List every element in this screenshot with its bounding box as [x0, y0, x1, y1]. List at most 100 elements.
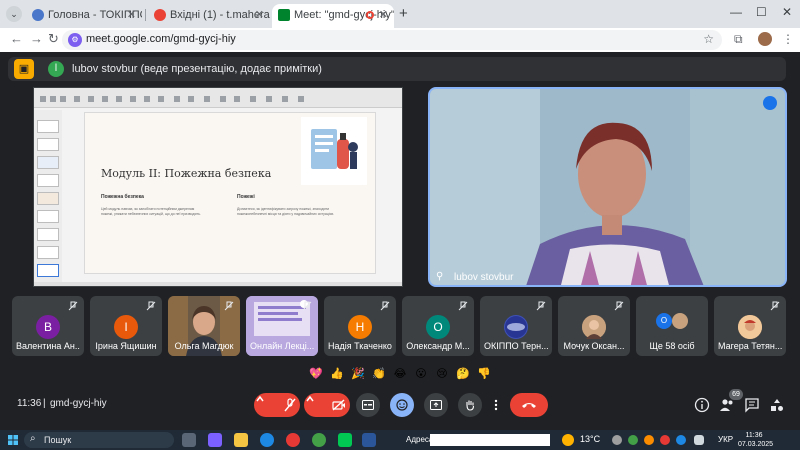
participant-tile[interactable]: Магера Тетян... [714, 296, 786, 356]
participant-name: ОКІППО Терн... [484, 341, 548, 351]
active-speaker-tile[interactable]: ⚲ lubov stovbur [428, 87, 787, 287]
windows-start-icon[interactable] [8, 435, 18, 445]
back-button[interactable]: ← [10, 31, 23, 46]
mic-off-icon [614, 301, 624, 311]
reaction-thinking[interactable]: 🤔 [455, 366, 471, 382]
chat-icon[interactable] [744, 397, 760, 413]
tray-icon[interactable] [660, 435, 670, 445]
mic-off-icon [458, 301, 468, 311]
slide-right-heading: Пожежі [237, 194, 255, 200]
participant-tile[interactable]: В Валентина Ан... [12, 296, 84, 356]
emoji-reactions-button[interactable] [390, 393, 414, 417]
maximize-button[interactable]: ☐ [756, 5, 767, 19]
presentation-status-bar [34, 282, 402, 286]
participant-tile[interactable]: І Ірина Ящишин [90, 296, 162, 356]
opera-icon[interactable] [286, 433, 300, 447]
extensions-icon[interactable]: ⧉ [734, 32, 743, 47]
audio-settings-button[interactable] [254, 393, 300, 417]
pin-icon[interactable]: ⚲ [436, 271, 443, 282]
more-options-button[interactable] [488, 393, 504, 417]
present-now-button[interactable] [424, 393, 448, 417]
task-view-icon[interactable] [182, 433, 196, 447]
reaction-surprised[interactable]: 😮 [413, 366, 429, 382]
participant-tile[interactable]: ОКІППО Терн... [480, 296, 552, 356]
participant-tile[interactable]: Н Надія Ткаченко [324, 296, 396, 356]
leave-call-button[interactable] [510, 393, 548, 417]
participant-tile[interactable]: Онлайн Лекці... [246, 296, 318, 356]
reaction-party[interactable]: 🎉 [350, 366, 366, 382]
activities-icon[interactable] [769, 397, 785, 413]
tray-icon[interactable] [612, 435, 622, 445]
raise-hand-button[interactable] [458, 393, 482, 417]
present-screen-icon [430, 400, 442, 410]
reload-button[interactable]: ↻ [48, 31, 59, 47]
organization-logo-avatar [504, 315, 528, 339]
meeting-details-icon[interactable] [694, 397, 710, 413]
reaction-thumbs-down[interactable]: 👎 [476, 366, 492, 382]
copilot-icon[interactable] [208, 433, 222, 447]
wifi-icon[interactable] [694, 435, 704, 445]
captions-button[interactable] [356, 393, 380, 417]
reaction-thumbs-up[interactable]: 👍 [329, 366, 345, 382]
window-close-button[interactable]: ✕ [782, 5, 792, 19]
clock-time: 11:36 [745, 432, 763, 439]
tray-icon[interactable] [676, 435, 686, 445]
close-tab-icon[interactable]: ✕ [379, 4, 388, 26]
present-icon[interactable]: ▣ [14, 59, 34, 79]
file-explorer-icon[interactable] [234, 433, 248, 447]
tab-tokippo[interactable]: Головна - ТОКІППО ✕ [26, 4, 142, 28]
edge-icon[interactable] [260, 433, 274, 447]
taskbar-search-box[interactable]: ⌕ Пошук [24, 432, 174, 448]
new-tab-button[interactable]: + [399, 5, 408, 22]
reactions-bar: 💖 👍 🎉 👏 😂 😮 😢 🤔 👎 [304, 364, 496, 384]
reaction-clap[interactable]: 👏 [371, 366, 387, 382]
reaction-heart[interactable]: 💖 [308, 366, 324, 382]
chrome-icon[interactable] [312, 433, 326, 447]
raise-hand-icon [466, 400, 475, 411]
hang-up-icon [522, 403, 536, 408]
minimize-button[interactable]: — [730, 5, 742, 19]
video-settings-button[interactable] [304, 393, 350, 417]
participant-name: Ольга Магдюк [174, 341, 234, 351]
forward-button[interactable]: → [30, 31, 43, 46]
weather-icon[interactable] [562, 434, 574, 446]
tray-icon[interactable] [644, 435, 654, 445]
bookmark-star-icon[interactable]: ☆ [703, 32, 714, 46]
tab-gmail[interactable]: Вхідні (1) - t.mahera@ippo.ed... ✕ [148, 4, 270, 28]
word-icon[interactable] [362, 433, 376, 447]
keyboard-language[interactable]: УКР [718, 435, 733, 444]
tab-meet[interactable]: Meet: "gmd-gycj-hiy" ✕ [272, 4, 394, 28]
participant-tile[interactable]: Ольга Магдюк [168, 296, 240, 356]
close-tab-icon[interactable]: ✕ [127, 4, 136, 26]
site-info-icon[interactable]: ⚙ [68, 33, 82, 47]
speaker-video [430, 89, 785, 285]
mic-off-icon[interactable] [284, 398, 296, 412]
profile-avatar[interactable] [758, 32, 772, 46]
participant-tile[interactable]: Мочук Оксан... [558, 296, 630, 356]
chevron-up-icon [256, 395, 264, 402]
slide-right-text: Дізнаєтеся, як ідентифікувати загрозу по… [237, 207, 335, 216]
tray-icon[interactable] [628, 435, 638, 445]
meeting-code: gmd-gycj-hiy [50, 398, 107, 409]
reaction-laugh[interactable]: 😂 [392, 366, 408, 382]
tab-search-button[interactable]: ⌄ [6, 6, 22, 22]
address-toolbar-input[interactable] [430, 434, 550, 446]
meet-app-icon[interactable] [338, 433, 352, 447]
participant-name: Онлайн Лекці... [250, 341, 314, 351]
browser-menu-icon[interactable]: ⋮ [782, 32, 794, 46]
reaction-sad[interactable]: 😢 [434, 366, 450, 382]
mic-off-icon [224, 301, 234, 311]
screen-share-tile[interactable]: Модуль ІІ: Пожежна безпека Пожежна безпе… [33, 87, 403, 287]
camera-off-icon[interactable] [332, 399, 346, 411]
meeting-info-separator: | [43, 398, 46, 409]
clock[interactable]: 11:36 07.03.2025 [738, 431, 773, 449]
more-participants-tile[interactable]: O Ще 58 осіб [636, 296, 708, 356]
close-tab-icon[interactable]: ✕ [255, 4, 264, 26]
slide-left-text: Цей модуль навчає, як запобігати потенці… [101, 207, 201, 216]
address-bar[interactable]: ⚙ meet.google.com/gmd-gycj-hiy ☆ [62, 30, 722, 50]
participant-tile[interactable]: О Олександр М... [402, 296, 474, 356]
mic-off-icon [302, 301, 312, 311]
avatar [672, 313, 688, 329]
search-icon: ⌕ [30, 433, 36, 444]
gmail-icon [154, 9, 166, 21]
